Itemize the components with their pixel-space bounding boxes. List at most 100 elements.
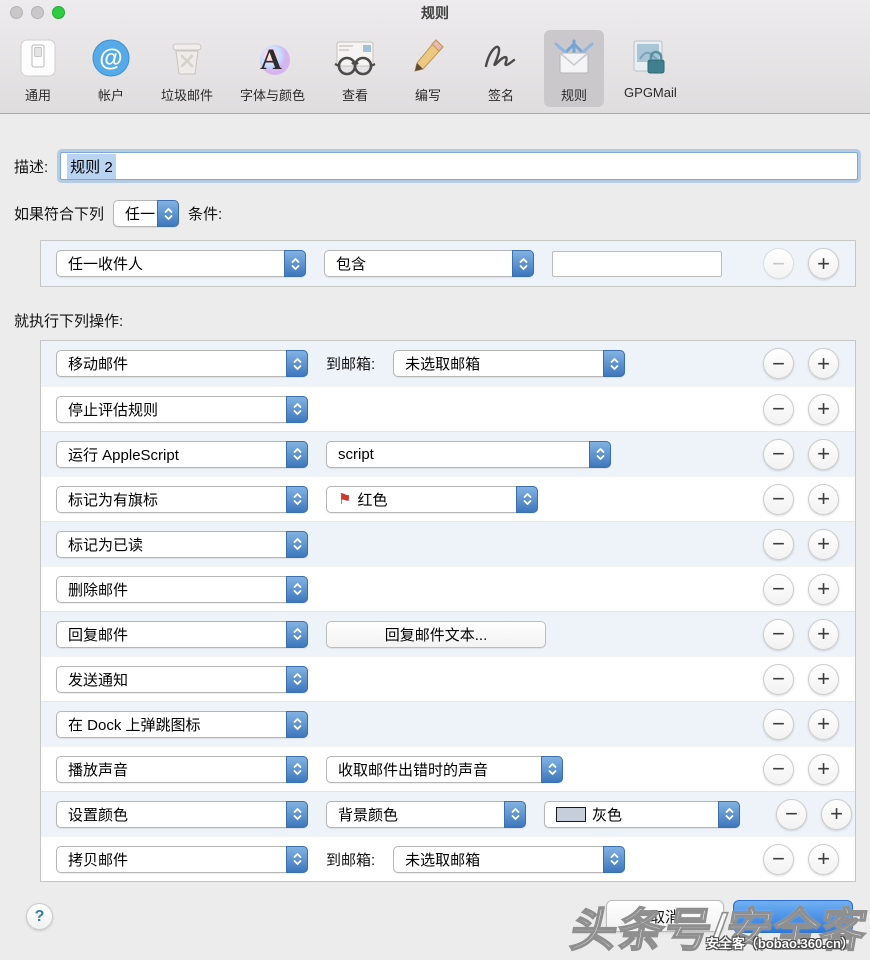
chevron-updown-icon [286,666,308,693]
remove-row-button[interactable]: − [776,799,807,830]
popup-value: 拷贝邮件 [57,849,286,870]
flag-icon: ⚑ [338,492,351,507]
add-row-button[interactable]: + [808,529,839,560]
action-row: 拷贝邮件到邮箱:未选取邮箱−+ [41,836,855,881]
action-row: 标记为已读 −+ [41,521,855,566]
action-type-popup[interactable]: 播放声音 [56,756,308,783]
actions-list: 移动邮件到邮箱:未选取邮箱−+停止评估规则−+运行 AppleScriptscr… [40,340,856,882]
remove-row-button[interactable]: − [763,844,794,875]
remove-row-button[interactable]: − [763,348,794,379]
action-row: 删除邮件 −+ [41,566,855,611]
toolbar-item-general[interactable]: 通用 [8,30,68,107]
color-target-popup[interactable]: 背景颜色 [326,801,526,828]
remove-row-button[interactable]: − [763,619,794,650]
add-row-button[interactable]: + [808,844,839,875]
remove-row-button[interactable]: − [763,248,794,279]
match-any-popup[interactable]: 任一 [113,200,179,227]
action-type-popup[interactable]: 拷贝邮件 [56,846,308,873]
popup-value: script [327,446,589,463]
watermark-small-text: 安全客（bobao.360.cn） [706,933,854,952]
description-label: 描述: [14,156,48,177]
toolbar-item-composing[interactable]: 编写 [398,30,458,107]
add-row-button[interactable]: + [808,484,839,515]
action-row: 停止评估规则 −+ [41,386,855,431]
svg-text:A: A [260,43,282,76]
add-row-button[interactable]: + [808,394,839,425]
sound-popup[interactable]: 收取邮件出错时的声音 [326,756,563,783]
popup-value: ⚑红色 [327,489,516,510]
add-row-button[interactable]: + [808,574,839,605]
general-icon [15,34,61,82]
action-row: 在 Dock 上弹跳图标 −+ [41,701,855,746]
remove-row-button[interactable]: − [763,574,794,605]
rules-icon [551,34,597,82]
toolbar-item-gpgmail[interactable]: GPGMail [617,30,684,103]
remove-row-button[interactable]: − [763,484,794,515]
help-button[interactable]: ? [26,903,53,930]
popup-value: 在 Dock 上弹跳图标 [57,714,286,735]
close-button[interactable] [10,6,23,19]
action-type-popup[interactable]: 回复邮件 [56,621,308,648]
color-popup[interactable]: 灰色 [544,801,740,828]
flag-color-popup[interactable]: ⚑红色 [326,486,538,513]
add-row-button[interactable]: + [808,664,839,695]
popup-value: 收取邮件出错时的声音 [327,759,541,780]
chevron-updown-icon [286,486,308,513]
add-row-button[interactable]: + [808,248,839,279]
toolbar-item-signatures[interactable]: 签名 [471,30,531,107]
zoom-button[interactable] [52,6,65,19]
popup-value: 背景颜色 [327,804,504,825]
toolbar-item-label: 垃圾邮件 [161,85,213,104]
toolbar-item-label: GPGMail [624,85,677,100]
chevron-updown-icon [718,801,740,828]
action-type-popup[interactable]: 运行 AppleScript [56,441,308,468]
action-type-popup[interactable]: 标记为已读 [56,531,308,558]
condition-target-popup[interactable]: 任一收件人 [56,250,306,277]
action-type-popup[interactable]: 设置颜色 [56,801,308,828]
action-row: 移动邮件到邮箱:未选取邮箱−+ [41,341,855,386]
remove-row-button[interactable]: − [763,529,794,560]
action-type-popup[interactable]: 发送通知 [56,666,308,693]
remove-row-button[interactable]: − [763,664,794,695]
chevron-updown-icon [286,441,308,468]
cancel-button[interactable]: 取消 [606,900,724,932]
action-type-popup[interactable]: 移动邮件 [56,350,308,377]
remove-row-button[interactable]: − [763,394,794,425]
popup-value: 发送通知 [57,669,286,690]
add-row-button[interactable]: + [808,754,839,785]
condition-value-input[interactable] [552,251,722,277]
minimize-button[interactable] [31,6,44,19]
toolbar-item-fonts[interactable]: A字体与颜色 [233,30,312,107]
popup-value: 标记为已读 [57,534,286,555]
remove-row-button[interactable]: − [763,439,794,470]
titlebar[interactable]: 规则 [0,0,870,26]
add-row-button[interactable]: + [808,709,839,740]
add-row-button[interactable]: + [808,348,839,379]
condition-row: 任一收件人包含 −+ [41,241,855,286]
description-input[interactable]: 规则 2 [60,152,858,180]
toolbar-item-rules[interactable]: 规则 [544,30,604,107]
condition-operator-popup[interactable]: 包含 [324,250,534,277]
rules-preferences-window: 规则 通用@帐户垃圾邮件A字体与颜色查看编写签名规则GPGMail 描述: 规则… [0,0,870,958]
toolbar-item-accounts[interactable]: @帐户 [81,30,141,107]
remove-row-button[interactable]: − [763,709,794,740]
reply-text-button[interactable]: 回复邮件文本... [326,621,546,648]
add-row-button[interactable]: + [808,439,839,470]
mailbox-popup[interactable]: 未选取邮箱 [393,846,625,873]
popup-value: 移动邮件 [57,353,286,374]
description-row: 描述: 规则 2 [14,152,858,180]
action-type-popup[interactable]: 删除邮件 [56,576,308,603]
toolbar-item-viewing[interactable]: 查看 [325,30,385,107]
add-row-button[interactable]: + [821,799,852,830]
remove-row-button[interactable]: − [763,754,794,785]
toolbar-item-junk[interactable]: 垃圾邮件 [154,30,220,107]
script-popup[interactable]: script [326,441,611,468]
mailbox-popup[interactable]: 未选取邮箱 [393,350,625,377]
action-type-popup[interactable]: 停止评估规则 [56,396,308,423]
toolbar-item-label: 通用 [25,85,51,104]
action-type-popup[interactable]: 在 Dock 上弹跳图标 [56,711,308,738]
add-row-button[interactable]: + [808,619,839,650]
confirm-button[interactable] [733,900,853,933]
action-type-popup[interactable]: 标记为有旗标 [56,486,308,513]
window-chrome: 规则 通用@帐户垃圾邮件A字体与颜色查看编写签名规则GPGMail [0,0,870,114]
